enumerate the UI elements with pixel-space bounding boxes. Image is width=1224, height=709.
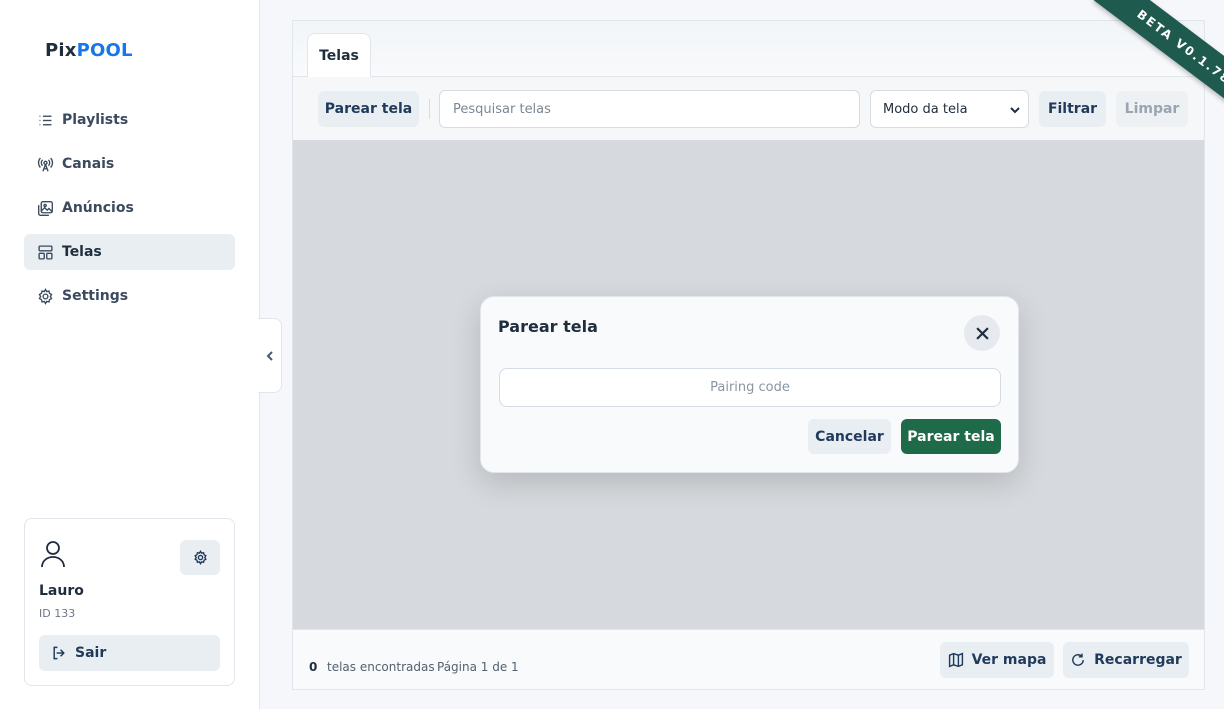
collapse-sidebar-button[interactable] — [258, 318, 282, 393]
screen-mode-select[interactable]: Modo da tela — [870, 90, 1029, 128]
tab-telas[interactable]: Telas — [307, 33, 371, 78]
pair-screen-button[interactable]: Parear tela — [318, 91, 419, 127]
view-map-button[interactable]: Ver mapa — [940, 642, 1054, 678]
user-settings-button[interactable] — [180, 540, 220, 575]
panel-footer: 0 telas encontradas Página 1 de 1 Ver ma… — [293, 629, 1204, 689]
reload-button[interactable]: Recarregar — [1063, 642, 1189, 678]
clear-button[interactable]: Limpar — [1116, 91, 1188, 127]
list-icon — [36, 111, 54, 129]
logo-pix: Pix — [45, 40, 77, 61]
sidebar: PixPOOL Playlists Canais Anúncios Telas — [0, 0, 260, 709]
broadcast-icon — [36, 155, 54, 173]
layout-icon — [36, 243, 54, 261]
filter-button[interactable]: Filtrar — [1039, 91, 1106, 127]
sidebar-nav: Playlists Canais Anúncios Telas Settings — [24, 102, 235, 322]
pairing-code-input[interactable] — [499, 368, 1001, 407]
sidebar-item-anuncios[interactable]: Anúncios — [24, 190, 235, 226]
modal-close-button[interactable] — [964, 315, 1000, 351]
view-map-label: Ver mapa — [971, 652, 1047, 668]
user-id: ID 133 — [39, 607, 76, 620]
close-icon — [975, 326, 989, 340]
logout-icon — [53, 646, 65, 660]
screens-count: 0 — [309, 660, 318, 674]
confirm-pair-button[interactable]: Parear tela — [901, 419, 1001, 454]
user-card: Lauro ID 133 Sair — [24, 518, 235, 686]
chevron-left-icon — [266, 350, 273, 361]
logo[interactable]: PixPOOL — [45, 40, 133, 61]
search-input[interactable] — [439, 90, 860, 128]
refresh-icon — [1072, 653, 1085, 666]
sidebar-item-label: Telas — [62, 244, 102, 260]
logo-pool: POOL — [76, 40, 133, 61]
screens-count-label: telas encontradas — [327, 660, 435, 674]
cancel-button[interactable]: Cancelar — [808, 419, 891, 454]
sidebar-item-label: Settings — [62, 288, 129, 304]
toolbar-divider — [429, 99, 430, 119]
gear-icon — [193, 550, 207, 565]
reload-label: Recarregar — [1094, 652, 1182, 668]
sidebar-item-label: Playlists — [62, 112, 129, 128]
user-icon — [39, 539, 67, 569]
modal-title: Parear tela — [498, 317, 598, 336]
tab-bar: Telas — [293, 21, 1204, 78]
logout-label: Sair — [75, 645, 107, 661]
toolbar: Parear tela Modo da tela Filtrar Limpar — [293, 77, 1204, 140]
sidebar-item-playlists[interactable]: Playlists — [24, 102, 235, 138]
chevron-down-icon — [1010, 107, 1020, 114]
user-name: Lauro — [39, 583, 84, 599]
sidebar-item-label: Anúncios — [62, 200, 134, 216]
sidebar-item-label: Canais — [62, 156, 115, 172]
images-icon — [36, 199, 54, 217]
sidebar-item-canais[interactable]: Canais — [24, 146, 235, 182]
screen-mode-value: Modo da tela — [883, 101, 968, 117]
pair-screen-modal: Parear tela Cancelar Parear tela — [480, 296, 1019, 473]
map-icon — [948, 652, 963, 668]
page-info: Página 1 de 1 — [437, 660, 519, 674]
logout-button[interactable]: Sair — [39, 635, 220, 671]
sidebar-item-telas[interactable]: Telas — [24, 234, 235, 270]
gear-icon — [36, 287, 54, 305]
sidebar-item-settings[interactable]: Settings — [24, 278, 235, 314]
